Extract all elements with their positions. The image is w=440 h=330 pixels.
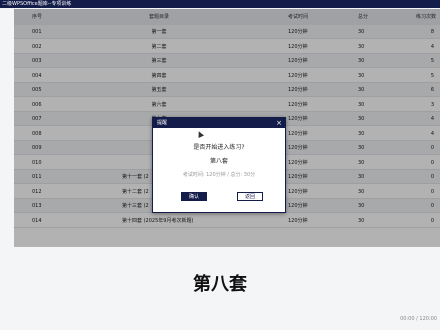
exam-timer: 00:00 / 120:00 — [400, 316, 437, 322]
close-icon[interactable]: × — [276, 118, 282, 128]
selected-set-title: 第八套 — [193, 274, 247, 295]
window-title: 二级WPSOffice题库--专项训练 — [2, 1, 72, 7]
back-button[interactable]: 返回 — [237, 192, 263, 201]
start-practice-dialog: 提醒 × 是否开始进入练习? 第八套 考试时间: 120分钟 / 总分: 30分… — [152, 117, 286, 213]
confirm-button[interactable]: 确认 — [181, 192, 207, 201]
dialog-set-name: 第八套 — [209, 158, 228, 165]
dialog-exam-info: 考试时间: 120分钟 / 总分: 30分 — [182, 172, 256, 178]
dialog-title: 提醒 — [157, 120, 168, 126]
dialog-header: 提醒 × — [153, 118, 285, 128]
dialog-question: 是否开始进入练习? — [193, 144, 245, 151]
title-bar: 二级WPSOffice题库--专项训练 — [0, 0, 440, 8]
